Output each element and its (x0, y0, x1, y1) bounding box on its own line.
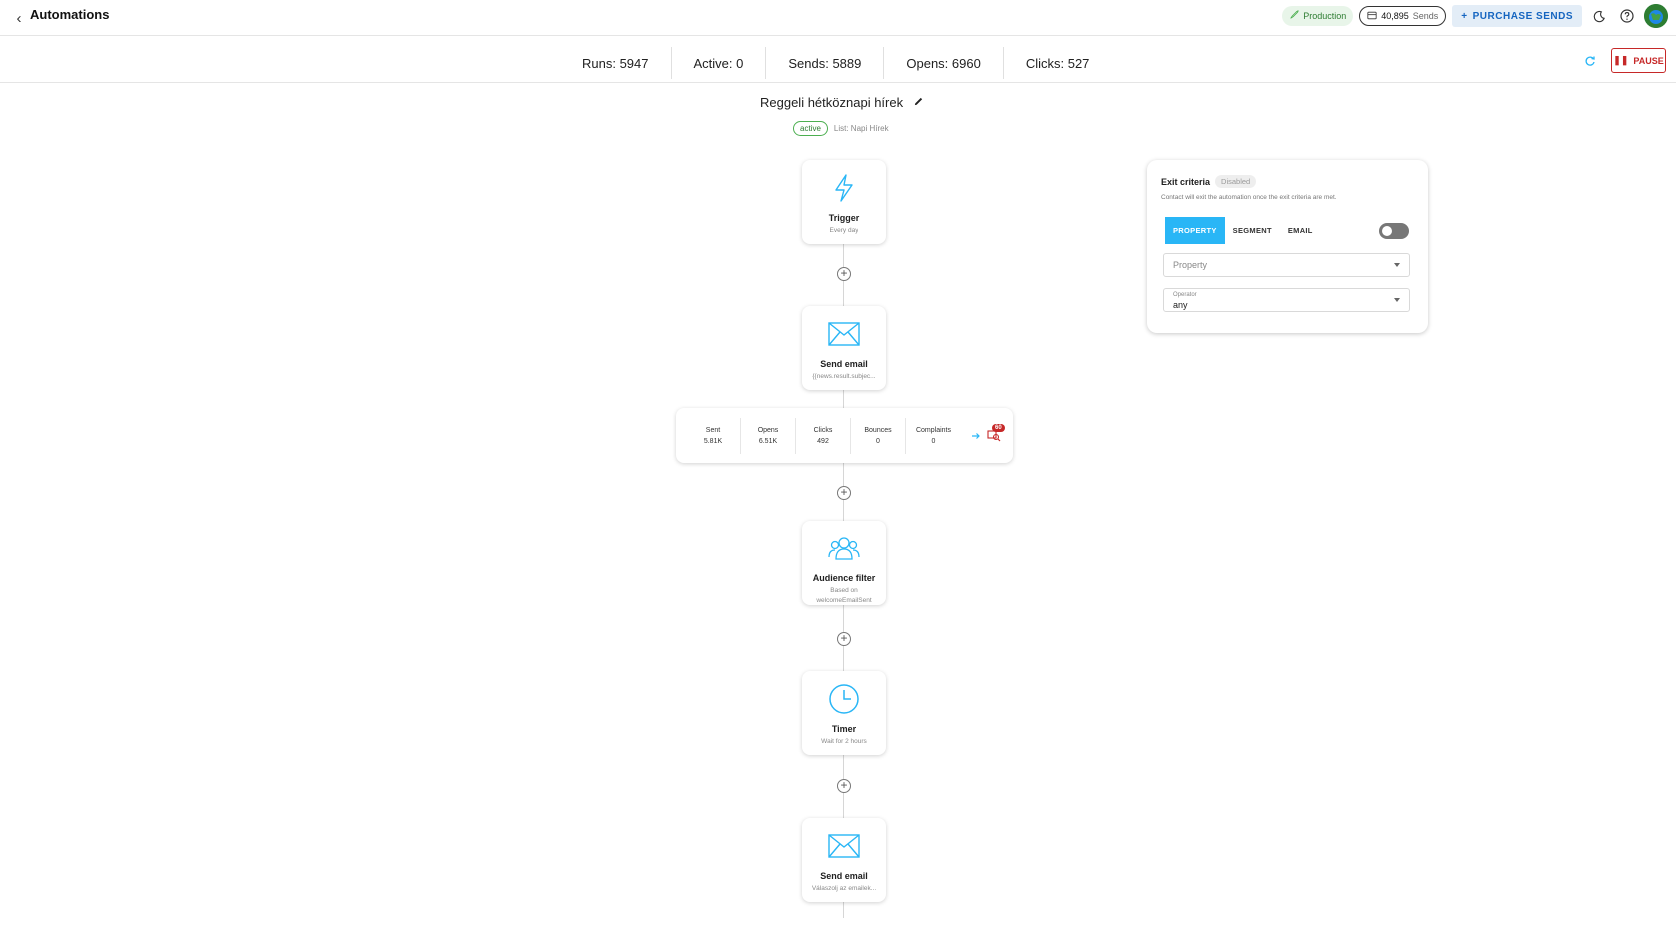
stat-value: 0 (931, 437, 936, 445)
chevron-left-icon[interactable]: ‹ (10, 9, 28, 27)
email-stat-complaints: Complaints 0 (906, 418, 961, 454)
node-subtitle: Válaszolj az emailek... (811, 885, 877, 892)
node-audience-filter[interactable]: Audience filter Based on welcomeEmailSen… (802, 521, 886, 605)
exit-criteria-state-chip: Disabled (1215, 175, 1257, 188)
purchase-sends-label: PURCHASE SENDS (1472, 10, 1573, 22)
list-label: List: Napi Hírek (833, 124, 889, 133)
stat-clicks: Clicks: 527 (1025, 55, 1090, 71)
stat-active: Active: 0 (672, 47, 767, 79)
credit-card-icon (1367, 11, 1377, 22)
email-stats-panel: Sent 5.81K Opens 6.51K Clicks 492 Bounce… (676, 408, 1013, 463)
node-send-email[interactable]: Send email {{news.result.subjec... (802, 306, 886, 390)
sends-unit: Sends (1412, 11, 1439, 21)
environment-chip[interactable]: Production (1282, 6, 1354, 26)
inspect-emails-icon[interactable]: 60 (987, 423, 1005, 444)
exit-criteria-tabs: PROPERTY SEGMENT EMAIL (1165, 217, 1321, 244)
email-stat-clicks: Clicks 492 (796, 417, 851, 454)
email-stat-bounces: Bounces 0 (851, 417, 906, 454)
clock-icon (828, 682, 860, 716)
stat-value: 5.81K (703, 437, 723, 445)
stat-value: 0 (876, 437, 880, 445)
stat-label: Opens (757, 426, 779, 434)
add-step-button[interactable]: + (837, 779, 851, 793)
add-step-button[interactable]: + (837, 486, 851, 500)
exit-criteria-description: Contact will exit the automation once th… (1161, 194, 1337, 201)
node-title: Timer (831, 724, 857, 734)
stat-runs: Runs: 5947 (560, 47, 672, 79)
help-icon[interactable] (1616, 5, 1638, 27)
pause-button[interactable]: ❚❚ PAUSE (1611, 48, 1666, 73)
stat-label: Bounces (864, 426, 892, 434)
envelope-icon (828, 317, 860, 351)
automation-title: Reggeli hétköznapi hírek (760, 95, 924, 110)
stat-label: Complaints (915, 426, 951, 434)
stat-value: 6.51K (758, 437, 778, 445)
automation-meta: active List: Napi Hírek (793, 121, 889, 136)
node-title: Trigger (828, 213, 860, 223)
environment-label: Production (1303, 11, 1347, 21)
rocket-icon (1289, 9, 1299, 23)
tab-email[interactable]: EMAIL (1280, 217, 1321, 244)
stat-sends: Sends: 5889 (766, 47, 885, 79)
exit-criteria-title: Exit criteria (1161, 176, 1211, 187)
node-trigger[interactable]: Trigger Every day (802, 160, 886, 244)
top-right-actions: Production 40,895 Sends + PURCHASE SENDS (1282, 4, 1668, 28)
node-send-email[interactable]: Send email Válaszolj az emailek... (802, 818, 886, 902)
node-title: Audience filter (812, 572, 876, 583)
caret-down-icon (1394, 298, 1400, 302)
add-step-button[interactable]: + (837, 632, 851, 646)
stat-value: 492 (817, 437, 829, 445)
count-badge: 60 (992, 423, 1005, 432)
page-title: Automations (30, 7, 110, 22)
add-step-button[interactable]: + (837, 267, 851, 281)
lightning-icon (832, 171, 856, 205)
automation-stats: Runs: 5947 Active: 0 Sends: 5889 Opens: … (560, 47, 1111, 79)
purchase-sends-button[interactable]: + PURCHASE SENDS (1452, 5, 1582, 27)
stat-label: Sent (705, 426, 721, 434)
tab-property[interactable]: PROPERTY (1165, 217, 1225, 244)
operator-label: Operator (1173, 292, 1197, 298)
email-stats-actions: 60 (971, 423, 1005, 445)
status-badge: active (793, 121, 828, 136)
email-stat-opens: Opens 6.51K (741, 417, 796, 454)
tab-segment[interactable]: SEGMENT (1225, 217, 1280, 244)
exit-criteria-header: Exit criteria Disabled (1161, 175, 1257, 188)
pause-label: PAUSE (1633, 55, 1664, 66)
stats-bar: Runs: 5947 Active: 0 Sends: 5889 Opens: … (0, 36, 1676, 83)
edit-pencil-icon[interactable] (913, 95, 924, 110)
exit-criteria-toggle[interactable] (1379, 223, 1409, 239)
arrow-right-icon[interactable] (971, 427, 981, 445)
avatar[interactable] (1644, 4, 1668, 28)
sends-chip[interactable]: 40,895 Sends (1359, 6, 1447, 26)
node-subtitle: Wait for 2 hours (821, 738, 867, 745)
node-subtitle: {{news.result.subjec... (812, 373, 876, 380)
node-subtitle: Based on welcomeEmailSent (816, 586, 872, 604)
property-placeholder: Property (1173, 260, 1208, 270)
dark-mode-icon[interactable] (1588, 5, 1610, 27)
node-title: Send email (820, 359, 868, 369)
stat-opens: Opens: 6960 (884, 47, 1004, 79)
exit-criteria-card: Exit criteria Disabled Contact will exit… (1147, 160, 1428, 333)
automation-name: Reggeli hétköznapi hírek (760, 95, 904, 110)
audience-icon (828, 532, 860, 565)
operator-value: any (1173, 300, 1188, 310)
top-app-bar: ‹ Automations Production 40,895 Sends + … (0, 0, 1676, 36)
node-timer[interactable]: Timer Wait for 2 hours (802, 671, 886, 755)
operator-select[interactable]: Operator any (1163, 288, 1410, 312)
toggle-knob (1382, 226, 1392, 236)
property-select[interactable]: Property (1163, 253, 1410, 277)
stat-label: Clicks (813, 426, 833, 434)
sends-count: 40,895 (1381, 11, 1409, 21)
node-subtitle: Every day (829, 227, 859, 234)
refresh-icon[interactable] (1584, 54, 1600, 70)
node-title: Send email (820, 871, 868, 881)
email-stat-sent: Sent 5.81K (686, 417, 741, 454)
caret-down-icon (1394, 263, 1400, 267)
envelope-icon (828, 829, 860, 863)
plus-icon: + (1461, 10, 1468, 22)
pause-icon: ❚❚ (1613, 55, 1629, 65)
